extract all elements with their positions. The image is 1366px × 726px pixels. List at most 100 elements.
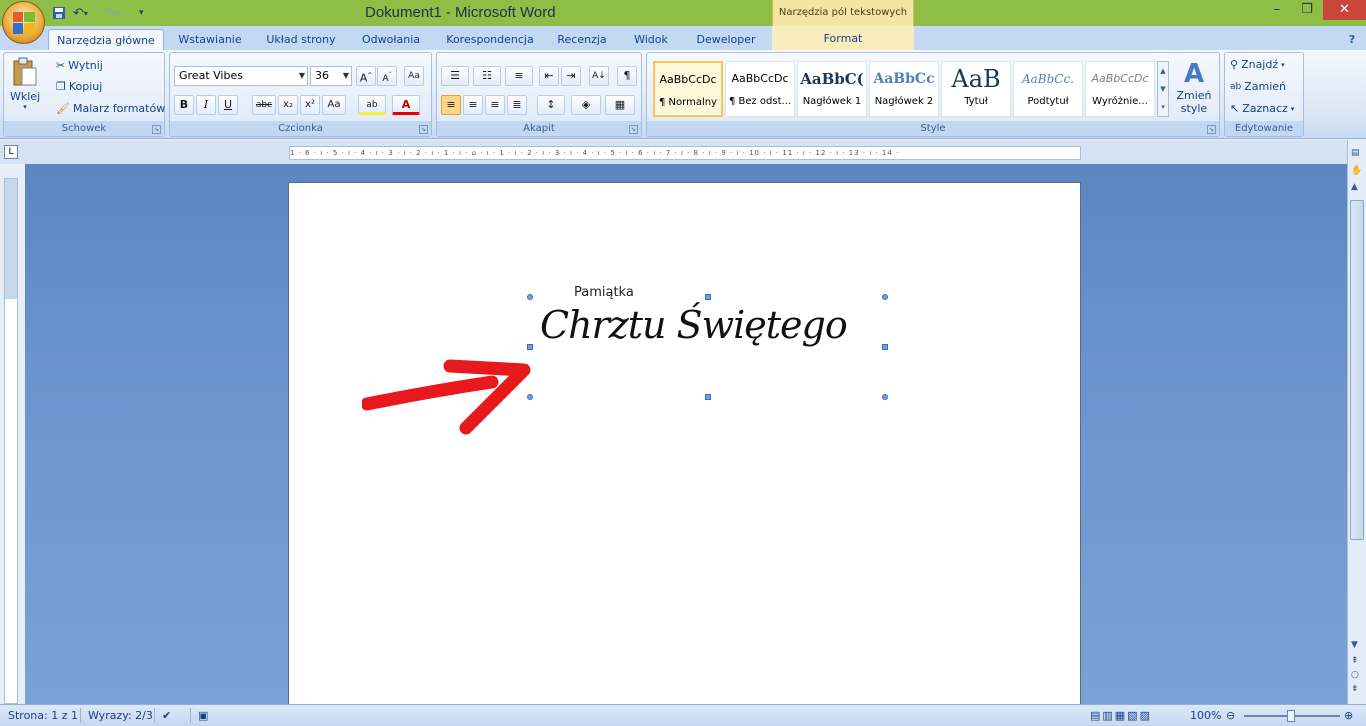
style-subtitle[interactable]: AaBbCc. Podtytuł [1013,61,1083,117]
bullets-icon[interactable]: ☰ [441,66,469,86]
vertical-scrollbar[interactable]: ▤ ✋ ▲ ▼ ⇞ ○ ⇟ [1347,140,1366,704]
resize-handle-n[interactable] [705,294,711,300]
subscript-icon[interactable]: x₂ [278,95,298,115]
line-spacing-icon[interactable]: ↕ [537,95,565,115]
align-center-icon[interactable]: ≡ [463,95,483,115]
proofing-icon[interactable]: ✔ [162,709,171,722]
scroll-down-icon[interactable]: ▼ [1351,640,1358,650]
copy-button[interactable]: ❐ Kopiuj [56,80,102,93]
tab-review[interactable]: Recenzja [550,29,614,50]
borders-icon[interactable]: ▦ [605,95,635,115]
underline-icon[interactable]: U [218,95,238,115]
font-color-icon[interactable]: A [392,95,420,115]
macro-icon[interactable]: ▣ [198,709,208,722]
shading-icon[interactable]: ◈ [571,95,601,115]
tab-developer[interactable]: Deweloper [688,29,764,50]
find-button[interactable]: ⚲ Znajdź ▾ [1230,58,1285,71]
decrease-indent-icon[interactable]: ⇤ [539,66,559,86]
resize-handle-s[interactable] [705,394,711,400]
tab-page-layout[interactable]: Układ strony [258,29,344,50]
scroll-up-icon[interactable]: ▲ [1351,182,1358,192]
superscript-icon[interactable]: x² [300,95,320,115]
scrollbar-thumb[interactable] [1350,200,1364,540]
office-button[interactable] [2,1,45,44]
clear-format-icon[interactable]: Aa [404,66,424,86]
increase-indent-icon[interactable]: ⇥ [561,66,581,86]
view-buttons[interactable]: ▤▥▦▧▨ [1090,709,1152,722]
zoom-slider-thumb[interactable] [1287,710,1295,722]
zoom-in-icon[interactable]: ⊕ [1344,709,1353,722]
change-styles-button[interactable]: A Zmień style [1173,59,1215,115]
word-count[interactable]: Wyrazy: 2/3 [88,709,153,722]
font-size-combo[interactable]: 36 ▼ [310,66,352,86]
bold-icon[interactable]: B [174,95,194,115]
tab-insert[interactable]: Wstawianie [170,29,250,50]
style-no-spacing[interactable]: AaBbCcDc ¶ Bez odst... [725,61,795,117]
tab-selector-icon[interactable]: L [4,145,18,159]
zoom-level[interactable]: 100% [1190,709,1221,722]
maximize-button[interactable]: ❐ [1292,0,1322,20]
justify-icon[interactable]: ≣ [507,95,527,115]
tab-view[interactable]: Widok [622,29,680,50]
style-emphasis[interactable]: AaBbCcDc Wyróżnie... [1085,61,1155,117]
font-launcher-icon[interactable]: ↘ [419,125,428,134]
previous-page-icon[interactable]: ⇞ [1351,656,1359,666]
numbering-icon[interactable]: ☷ [473,66,501,86]
tab-mailings[interactable]: Korespondencja [438,29,542,50]
close-button[interactable]: ✕ [1323,0,1366,20]
strikethrough-icon[interactable]: abc [252,95,276,115]
resize-handle-e[interactable] [882,344,888,350]
customize-qat-icon[interactable]: ▾ [139,4,144,22]
undo-icon[interactable]: ↶ ▾ [73,4,88,22]
tab-format[interactable]: Format [772,26,914,50]
word-window: ↶ ▾ ↷ ▾ ▾ Dokument1 - Microsoft Word Narzę… [0,0,1366,726]
horizontal-ruler[interactable]: 1 · 6 · ı · 5 · ı · 4 · ı · 3 · ı · 2 · … [289,146,1081,160]
paste-button[interactable]: Wklej ▾ [10,57,40,113]
hand-icon[interactable]: ✋ [1351,166,1362,176]
paragraph-launcher-icon[interactable]: ↘ [629,125,638,134]
style-heading-2[interactable]: AaBbCc Nagłówek 2 [869,61,939,117]
style-normal[interactable]: AaBbCcDc ¶ Normalny [653,61,723,117]
document-page[interactable] [288,182,1081,706]
text-script-line[interactable]: Chrztu Świętego [540,303,848,347]
zoom-out-icon[interactable]: ⊖ [1226,709,1235,722]
highlight-icon[interactable]: ab [358,95,386,115]
resize-handle-nw[interactable] [527,294,533,300]
style-heading-1[interactable]: AaBbC(Nagłówek 1 [797,61,867,117]
clipboard-launcher-icon[interactable]: ↘ [152,125,161,134]
multilevel-list-icon[interactable]: ≡ [505,66,533,86]
tab-references[interactable]: Odwołania [352,29,430,50]
help-icon[interactable]: ? [1344,29,1360,50]
font-name-combo[interactable]: Great Vibes ▼ [174,66,308,86]
resize-handle-ne[interactable] [882,294,888,300]
text-small-line[interactable]: Pamiątka [574,285,634,300]
vertical-ruler[interactable] [4,178,18,704]
next-page-icon[interactable]: ⇟ [1351,684,1359,694]
replace-button[interactable]: ab Zamień [1230,80,1286,93]
change-case-icon[interactable]: Aa [322,95,346,115]
align-right-icon[interactable]: ≡ [485,95,505,115]
redo-icon[interactable]: ↷ ▾ [105,4,120,22]
minimize-button[interactable]: – [1262,0,1292,20]
context-tools-label: Narzędzia pól tekstowych [772,0,914,26]
page-count[interactable]: Strona: 1 z 1 [8,709,78,722]
resize-handle-w[interactable] [527,344,533,350]
style-name: Podtytuł [1027,96,1069,107]
grow-font-icon[interactable]: A^ [356,66,376,86]
browse-object-icon[interactable]: ○ [1351,670,1359,680]
cut-button[interactable]: ✂ Wytnij [56,59,103,72]
select-button[interactable]: ↖ Zaznacz ▾ [1230,102,1294,115]
italic-icon[interactable]: I [196,95,216,115]
styles-scroll[interactable]: ▲ ▼ ▾ [1157,61,1169,117]
sort-icon[interactable]: A↓ [589,66,609,86]
pilcrow-icon[interactable]: ¶ [617,66,637,86]
styles-launcher-icon[interactable]: ↘ [1207,125,1216,134]
align-left-icon[interactable]: ≡ [441,95,461,115]
style-title[interactable]: AaB Tytuł [941,61,1011,117]
resize-handle-se[interactable] [882,394,888,400]
ruler-toggle-icon[interactable]: ▤ [1351,148,1360,158]
save-icon[interactable] [52,4,66,22]
format-painter-button[interactable]: 🖌 Malarz formatów [56,102,165,115]
tab-home[interactable]: Narzędzia główne [48,29,164,50]
shrink-font-icon[interactable]: Aˇ [377,66,397,86]
